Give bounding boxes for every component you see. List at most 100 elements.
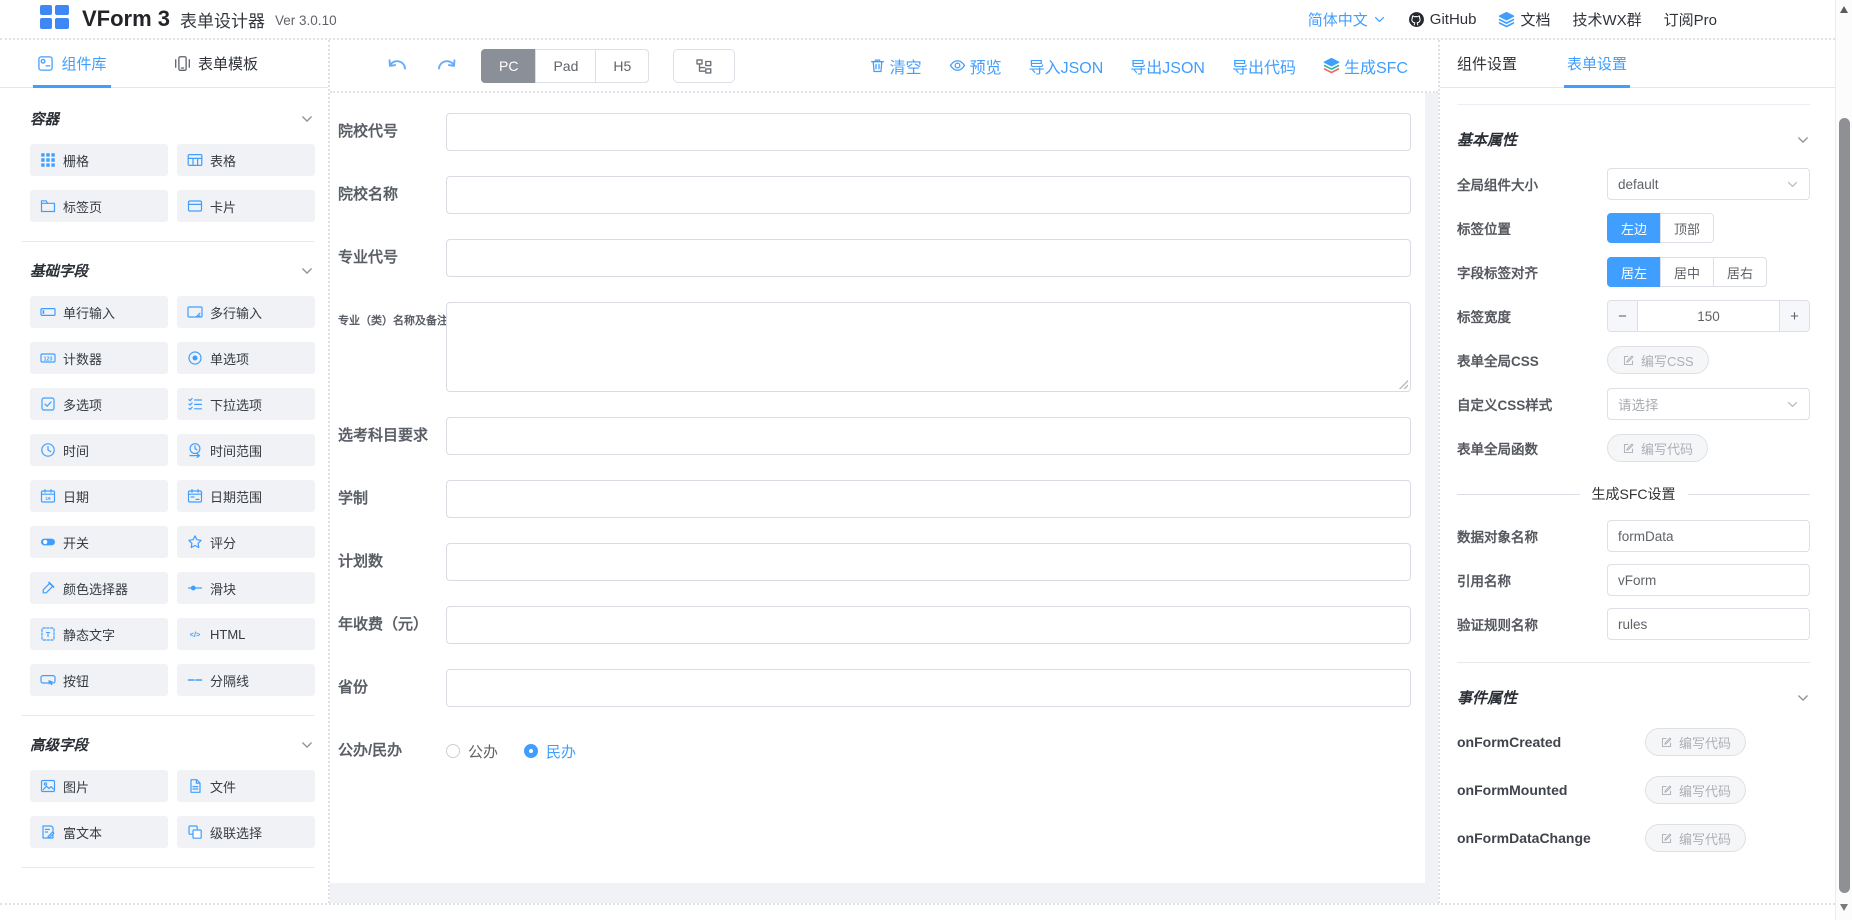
form-data-name-input[interactable]: formData [1607,520,1810,552]
text-input[interactable] [446,113,1411,151]
widget-item[interactable]: 表格 [177,144,315,176]
stepper-increase-button[interactable]: + [1779,301,1809,331]
stepper-decrease-button[interactable]: − [1608,301,1638,331]
github-link[interactable]: GitHub [1408,11,1477,28]
textarea-icon [187,304,203,320]
textarea-input[interactable] [446,302,1411,392]
export-json-button[interactable]: 导出JSON [1130,54,1205,78]
label-align-option[interactable]: 居左 [1607,257,1661,287]
event-props-header[interactable]: 事件属性 [1457,687,1810,708]
form-functions-button[interactable]: 编写代码 [1607,434,1708,462]
panel-tab-form-settings[interactable]: 表单设置 [1567,40,1627,87]
widget-item[interactable]: 评分 [177,526,315,558]
import-json-button[interactable]: 导入JSON [1029,54,1104,78]
widget-item[interactable]: 标签页 [30,190,168,222]
undo-button[interactable] [385,55,407,77]
onFormMounted-button[interactable]: 编写代码 [1645,776,1746,804]
sidebar-tab-widget-lib[interactable]: 组件库 [0,40,144,87]
panel-row-form-data-name: 数据对象名称formData [1457,520,1810,552]
node-tree-button[interactable] [673,49,735,83]
redo-button[interactable] [437,55,459,77]
section-header[interactable]: 基础字段 [30,260,314,281]
widget-item[interactable]: 日期范围 [177,480,315,512]
label-align-option[interactable]: 居中 [1660,257,1714,287]
label-position-option[interactable]: 顶部 [1660,213,1714,243]
panel-tab-widget-settings[interactable]: 组件设置 [1457,40,1517,87]
basic-props-header[interactable]: 基本属性 [1457,129,1810,150]
widget-item[interactable]: 滑块 [177,572,315,604]
panel-row-onFormCreated: onFormCreated编写代码 [1457,726,1810,758]
text-input[interactable] [446,606,1411,644]
widget-item[interactable]: 多选项 [30,388,168,420]
custom-css-class-select[interactable]: 请选择 [1607,388,1810,420]
subscribe-pro-link[interactable]: 订阅Pro [1664,9,1717,30]
scrollbar-up-arrow[interactable] [1840,6,1848,13]
section-header[interactable]: 容器 [30,108,314,129]
widget-item[interactable]: 文件 [177,770,315,802]
widget-item[interactable]: 下拉选项 [177,388,315,420]
widget-item[interactable]: 时间范围 [177,434,315,466]
device-mode-h5[interactable]: H5 [595,49,649,83]
widget-item-label: 卡片 [210,197,236,216]
text-input[interactable] [446,480,1411,518]
divider-line [1457,494,1580,495]
sidebar-tab-form-template[interactable]: 表单模板 [144,40,288,87]
rules-name-input[interactable]: rules [1607,608,1810,640]
text-input[interactable] [446,543,1411,581]
panel-row-control: 居左居中居右 [1607,257,1810,287]
panel-row-control: −150+ [1607,300,1810,332]
widget-item[interactable]: 单选项 [177,342,315,374]
widget-item[interactable]: </>HTML [177,618,315,650]
widget-item[interactable]: 多行输入 [177,296,315,328]
device-mode-pad[interactable]: Pad [535,49,596,83]
widget-item[interactable]: 时间 [30,434,168,466]
language-select[interactable]: 简体中文 [1308,9,1386,30]
widget-item[interactable]: 开关 [30,526,168,558]
widget-item[interactable]: 分隔线 [177,664,315,696]
label-position-option[interactable]: 左边 [1607,213,1661,243]
label-width-value[interactable]: 150 [1638,301,1779,331]
widget-item[interactable]: 123计数器 [30,342,168,374]
widget-item[interactable]: 图片 [30,770,168,802]
radio-option[interactable]: 民办 [524,741,576,762]
wx-group-link[interactable]: 技术WX群 [1572,9,1641,30]
text-input[interactable] [446,669,1411,707]
scrollbar-down-arrow[interactable] [1840,904,1848,911]
global-size-select[interactable]: default [1607,168,1810,200]
generate-sfc-button[interactable]: 生成SFC [1323,54,1408,78]
clear-button[interactable]: 清空 [869,54,922,78]
panel-row-label: 引用名称 [1457,570,1607,590]
widget-item[interactable]: 栅格 [30,144,168,176]
form-css-button[interactable]: 编写CSS [1607,346,1709,374]
label-align-option[interactable]: 居右 [1713,257,1767,287]
onFormDataChange-button[interactable]: 编写代码 [1645,824,1746,852]
widget-item-label: 级联选择 [210,823,262,842]
text-input[interactable] [446,176,1411,214]
form-field-row: 专业（类）名称及备注 [338,302,1411,392]
preview-button[interactable]: 预览 [949,54,1002,78]
onFormCreated-button[interactable]: 编写代码 [1645,728,1746,756]
text-input[interactable] [446,417,1411,455]
export-code-button[interactable]: 导出代码 [1232,54,1296,78]
widget-item[interactable]: 颜色选择器 [30,572,168,604]
header-links: 简体中文 GitHub 文档 技术WX群 订阅Pro [1308,9,1835,30]
widget-item[interactable]: T静态文字 [30,618,168,650]
device-mode-pc[interactable]: PC [481,49,536,83]
widget-item[interactable]: 富文本 [30,816,168,848]
page-scrollbar[interactable] [1835,0,1852,920]
widget-item[interactable]: 卡片 [177,190,315,222]
radio-option[interactable]: 公办 [446,741,498,762]
radio-option-label: 民办 [546,741,576,762]
panel-row-form-functions: 表单全局函数编写代码 [1457,432,1810,464]
widget-item[interactable]: 按钮 [30,664,168,696]
docs-link[interactable]: 文档 [1498,9,1550,30]
section-header[interactable]: 高级字段 [30,734,314,755]
widget-item-label: 评分 [210,533,236,552]
form-ref-name-input[interactable]: vForm [1607,564,1810,596]
widget-item[interactable]: 19日期 [30,480,168,512]
scrollbar-thumb[interactable] [1839,118,1850,893]
text-input[interactable] [446,239,1411,277]
form-surface[interactable]: 院校代号院校名称专业代号专业（类）名称及备注选考科目要求学制计划数年收费（元）省… [330,93,1425,883]
widget-item[interactable]: 级联选择 [177,816,315,848]
widget-item[interactable]: 单行输入 [30,296,168,328]
